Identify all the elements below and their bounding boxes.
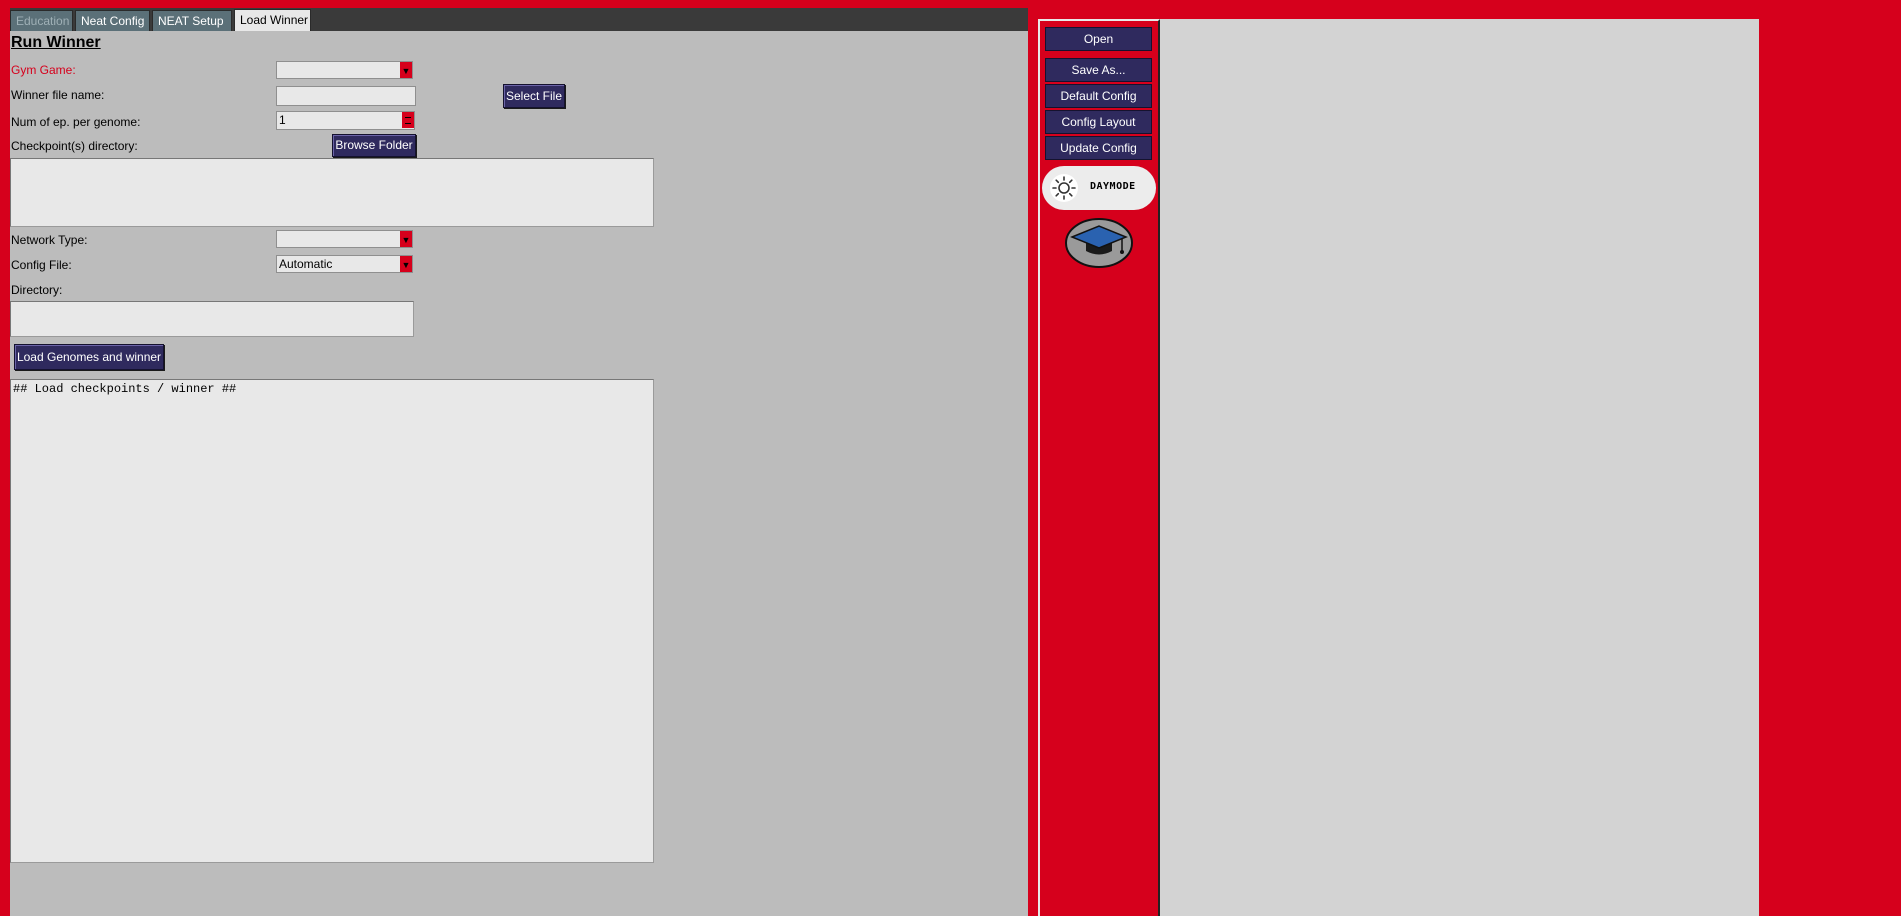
- tab-bar: Education Neat Config NEAT Setup Load Wi…: [10, 8, 1028, 31]
- chevron-down-icon[interactable]: ▼: [400, 256, 412, 272]
- load-winner-panel: Education Neat Config NEAT Setup Load Wi…: [10, 8, 1028, 916]
- open-button[interactable]: Open: [1045, 27, 1152, 51]
- update-config-button[interactable]: Update Config: [1045, 136, 1152, 160]
- load-genomes-button[interactable]: Load Genomes and winner: [14, 344, 164, 370]
- config-file-label: Config File:: [11, 258, 72, 272]
- chevron-down-icon[interactable]: ▼: [400, 62, 412, 78]
- tab-neat-config[interactable]: Neat Config: [75, 10, 150, 31]
- page-title: Run Winner: [11, 34, 101, 51]
- divider: [1028, 8, 1036, 916]
- directory-label: Directory:: [11, 283, 63, 297]
- config-view-area[interactable]: [1160, 19, 1759, 916]
- tab-neat-setup[interactable]: NEAT Setup: [152, 10, 232, 31]
- graduation-cap-icon[interactable]: [1064, 218, 1134, 268]
- num-ep-spinbox[interactable]: 1: [276, 111, 415, 130]
- checkpoint-dir-label: Checkpoint(s) directory:: [11, 139, 138, 153]
- save-as-button[interactable]: Save As...: [1045, 58, 1152, 82]
- default-config-button[interactable]: Default Config: [1045, 84, 1152, 108]
- directory-textbox[interactable]: [10, 301, 414, 337]
- log-textbox[interactable]: ## Load checkpoints / winner ##: [10, 379, 654, 863]
- chevron-down-icon[interactable]: ▼: [400, 231, 412, 247]
- num-ep-label: Num of ep. per genome:: [11, 115, 141, 129]
- daymode-toggle[interactable]: DAYMODE: [1042, 166, 1156, 210]
- gym-game-label: Gym Game:: [11, 63, 76, 77]
- select-file-button[interactable]: Select File: [503, 84, 565, 108]
- spinner-arrows-icon[interactable]: [402, 112, 414, 128]
- config-file-value: Automatic: [279, 257, 333, 271]
- num-ep-value: 1: [279, 113, 286, 127]
- browse-folder-button[interactable]: Browse Folder: [332, 134, 416, 157]
- checkpoint-dir-textbox[interactable]: [10, 158, 654, 227]
- sun-icon: [1050, 174, 1078, 202]
- network-type-label: Network Type:: [11, 233, 88, 247]
- tab-load-winner[interactable]: Load Winner: [234, 9, 311, 31]
- config-file-dropdown[interactable]: Automatic ▼: [276, 255, 413, 273]
- network-type-dropdown[interactable]: ▼: [276, 230, 413, 248]
- daymode-label: DAYMODE: [1090, 181, 1136, 192]
- winner-file-label: Winner file name:: [11, 88, 105, 102]
- config-layout-button[interactable]: Config Layout: [1045, 110, 1152, 134]
- tab-education[interactable]: Education: [10, 10, 73, 31]
- gym-game-dropdown[interactable]: ▼: [276, 61, 413, 79]
- winner-file-input[interactable]: [276, 86, 416, 106]
